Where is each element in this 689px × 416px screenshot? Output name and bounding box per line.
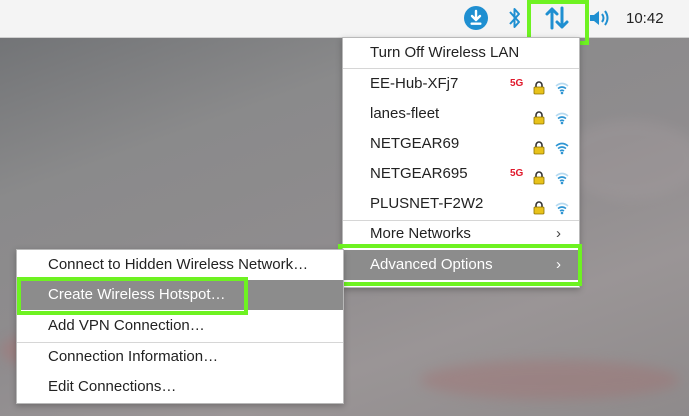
add-vpn-label: Add VPN Connection… xyxy=(48,317,205,334)
network-item[interactable]: EE-Hub-XFj7 5G xyxy=(343,69,579,99)
network-item[interactable]: NETGEAR69 xyxy=(343,129,579,159)
network-ssid: PLUSNET-F2W2 xyxy=(370,195,484,212)
bluetooth-icon[interactable] xyxy=(503,4,527,32)
network-icon[interactable] xyxy=(542,4,572,32)
network-item[interactable]: NETGEAR695 5G xyxy=(343,159,579,189)
band-5g-badge: 5G xyxy=(510,168,524,179)
clock[interactable]: 10:42 xyxy=(626,0,664,37)
advanced-options-submenu: Connect to Hidden Wireless Network… Crea… xyxy=(16,249,344,404)
edit-connections-label: Edit Connections… xyxy=(48,378,177,395)
network-ssid: EE-Hub-XFj7 xyxy=(370,75,459,92)
connection-information-item[interactable]: Connection Information… xyxy=(17,342,343,372)
more-networks-item[interactable]: More Networks › xyxy=(343,219,579,249)
band-5g-badge: 5G xyxy=(510,78,524,89)
turn-off-wlan-label: Turn Off Wireless LAN xyxy=(370,44,520,61)
download-icon[interactable] xyxy=(461,4,491,32)
network-ssid: NETGEAR695 xyxy=(370,165,468,182)
connection-information-label: Connection Information… xyxy=(48,348,219,365)
create-hotspot-item[interactable]: Create Wireless Hotspot… xyxy=(17,280,343,310)
network-item[interactable]: lanes-fleet xyxy=(343,99,579,129)
volume-icon[interactable] xyxy=(588,4,612,32)
turn-off-wlan-item[interactable]: Turn Off Wireless LAN xyxy=(343,38,579,68)
connect-hidden-network-item[interactable]: Connect to Hidden Wireless Network… xyxy=(17,250,343,280)
chevron-right-icon: › xyxy=(556,256,561,273)
advanced-options-item[interactable]: Advanced Options › xyxy=(343,250,579,280)
create-hotspot-label: Create Wireless Hotspot… xyxy=(48,286,226,303)
connect-hidden-network-label: Connect to Hidden Wireless Network… xyxy=(48,256,309,273)
network-menu: Turn Off Wireless LAN EE-Hub-XFj7 5G lanes… xyxy=(342,37,580,288)
network-item[interactable]: PLUSNET-F2W2 xyxy=(343,189,579,219)
taskbar: 10:42 xyxy=(0,0,689,38)
chevron-right-icon: › xyxy=(556,225,561,242)
more-networks-label: More Networks xyxy=(370,225,471,242)
edit-connections-item[interactable]: Edit Connections… xyxy=(17,372,343,402)
network-ssid: NETGEAR69 xyxy=(370,135,460,152)
add-vpn-item[interactable]: Add VPN Connection… xyxy=(17,311,343,341)
advanced-options-label: Advanced Options xyxy=(370,256,493,273)
network-ssid: lanes-fleet xyxy=(370,105,440,122)
